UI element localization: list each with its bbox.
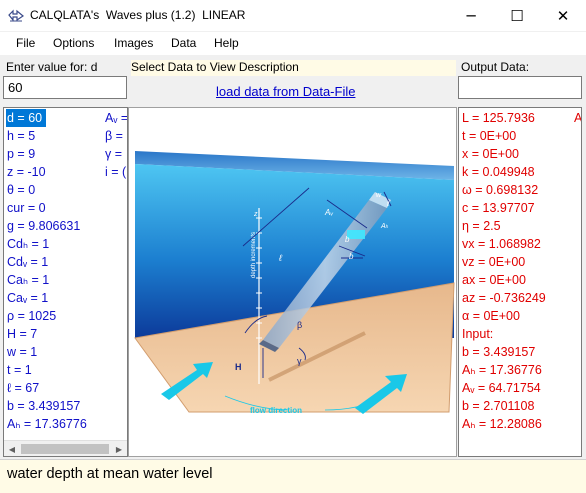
load-data-link[interactable]: load data from Data-File bbox=[216, 84, 355, 99]
output-data-item[interactable]: b = 3.439157 bbox=[462, 343, 546, 361]
output-data-item[interactable]: ω = 0.698132 bbox=[462, 181, 546, 199]
output-data-item[interactable]: α = 0E+00 bbox=[462, 307, 546, 325]
minimize-icon: ─ bbox=[466, 6, 476, 25]
ah-label: Aₕ bbox=[380, 223, 389, 230]
flow-direction-label: flow direction bbox=[250, 406, 302, 415]
maximize-button[interactable]: ☐ bbox=[494, 0, 540, 31]
close-icon: ✕ bbox=[556, 6, 570, 25]
input-variable-list[interactable]: d = 60 h = 5p = 9z = -10 θ = 0 cur = 0g = 9… bbox=[3, 107, 128, 457]
h-label: H bbox=[235, 362, 242, 372]
menu-file[interactable]: File bbox=[16, 36, 35, 50]
description-bar: water depth at mean water level bbox=[0, 459, 586, 493]
menu-help[interactable]: Help bbox=[214, 36, 239, 50]
output-data-item[interactable]: vz = 0E+00 bbox=[462, 253, 546, 271]
title-bar: CALQLATA's Waves plus (1.2) LINEAR ─ ☐ ✕ bbox=[0, 0, 586, 31]
window-title: CALQLATA's Waves plus (1.2) LINEAR bbox=[30, 8, 246, 22]
horizontal-scrollbar[interactable]: ◀ ▶ bbox=[4, 440, 127, 456]
av-label: Aᵥ bbox=[324, 208, 333, 217]
output-data-item[interactable]: vx = 1.068982 bbox=[462, 235, 546, 253]
input-variable-item[interactable]: d = 60 bbox=[6, 109, 47, 127]
output-overflow-text: A bbox=[574, 111, 582, 125]
close-button[interactable]: ✕ bbox=[540, 0, 586, 31]
input-variable-item[interactable]: cur = 0 bbox=[6, 199, 126, 217]
b-label-2: b bbox=[349, 252, 354, 261]
input-variable-item-col2[interactable]: i = ( bbox=[104, 163, 127, 181]
minimize-button[interactable]: ─ bbox=[448, 0, 494, 31]
input-variable-item[interactable]: ρ = 1025 bbox=[6, 307, 126, 325]
output-data-item[interactable]: L = 125.7936 bbox=[462, 109, 546, 127]
beta-label: β bbox=[297, 320, 302, 330]
input-variable-item-col2[interactable]: γ = bbox=[104, 145, 127, 163]
input-variable-item[interactable]: g = 9.806631 bbox=[6, 217, 126, 235]
input-variable-item[interactable]: Caₕ = 1 bbox=[6, 271, 126, 289]
diagram-panel: depth increments z Aᵥ Aₕ w t b b ℓ β γ H bbox=[128, 107, 457, 457]
output-data-item[interactable]: b = 2.701108 bbox=[462, 397, 546, 415]
output-data-label: Output Data: bbox=[461, 60, 530, 74]
input-variable-item[interactable]: ℓ = 67 bbox=[6, 379, 126, 397]
menu-images[interactable]: Images bbox=[114, 36, 153, 50]
wave-diagram: depth increments z Aᵥ Aₕ w t b b ℓ β γ H bbox=[134, 151, 455, 415]
depth-axis-label: depth increments bbox=[251, 232, 257, 278]
menu-options[interactable]: Options bbox=[53, 36, 94, 50]
output-data-item[interactable]: Aₕ = 17.36776 bbox=[462, 361, 546, 379]
output-data-item[interactable]: Input: bbox=[462, 325, 546, 343]
scroll-left-icon[interactable]: ◀ bbox=[5, 442, 19, 456]
input-variable-item[interactable]: b = 3.439157 bbox=[6, 397, 126, 415]
scroll-thumb[interactable] bbox=[21, 444, 109, 454]
output-data-item[interactable]: η = 2.5 bbox=[462, 217, 546, 235]
length-label: ℓ bbox=[278, 253, 282, 263]
scroll-right-icon[interactable]: ▶ bbox=[112, 442, 126, 456]
input-variable-item-col2[interactable]: β = bbox=[104, 127, 127, 145]
select-data-label: Select Data to View Description bbox=[131, 60, 456, 76]
input-variable-item[interactable]: w = 1 bbox=[6, 343, 126, 361]
value-input[interactable]: 60 bbox=[3, 76, 127, 99]
output-data-list[interactable]: L = 125.7936 t = 0E+00 x = 0E+00 k = 0.0499… bbox=[458, 107, 582, 457]
output-data-item[interactable]: c = 13.97707 bbox=[462, 199, 546, 217]
enter-value-label: Enter value for: d bbox=[6, 60, 98, 74]
output-data-item[interactable]: Aₕ = 12.28086 bbox=[462, 415, 546, 433]
menu-bar: File Options Images Data Help bbox=[0, 31, 586, 55]
output-data-item[interactable]: Aᵥ = 64.71754 bbox=[462, 379, 546, 397]
b-label-1: b bbox=[345, 235, 350, 244]
output-value-field[interactable] bbox=[458, 76, 582, 99]
input-variable-item[interactable]: Cdᵥ = 1 bbox=[6, 253, 126, 271]
app-icon bbox=[8, 9, 24, 22]
output-data-item[interactable]: ax = 0E+00 bbox=[462, 271, 546, 289]
input-variable-item[interactable]: Cdₕ = 1 bbox=[6, 235, 126, 253]
input-variable-item[interactable]: Aₕ = 17.36776 bbox=[6, 415, 126, 433]
input-variable-item[interactable]: Caᵥ = 1 bbox=[6, 289, 126, 307]
output-data-item[interactable]: k = 0.049948 bbox=[462, 163, 546, 181]
gamma-label: γ bbox=[297, 356, 302, 366]
maximize-icon: ☐ bbox=[510, 6, 524, 25]
input-variable-item-col2[interactable]: Aᵥ = bbox=[104, 109, 127, 127]
output-data-item[interactable]: x = 0E+00 bbox=[462, 145, 546, 163]
input-variable-item[interactable]: t = 1 bbox=[6, 361, 126, 379]
output-data-item[interactable]: az = -0.736249 bbox=[462, 289, 546, 307]
input-variable-item[interactable]: H = 7 bbox=[6, 325, 126, 343]
output-data-item[interactable]: t = 0E+00 bbox=[462, 127, 546, 145]
z-label: z bbox=[253, 211, 258, 218]
input-variable-item[interactable]: θ = 0 bbox=[6, 181, 126, 199]
menu-data[interactable]: Data bbox=[171, 36, 196, 50]
